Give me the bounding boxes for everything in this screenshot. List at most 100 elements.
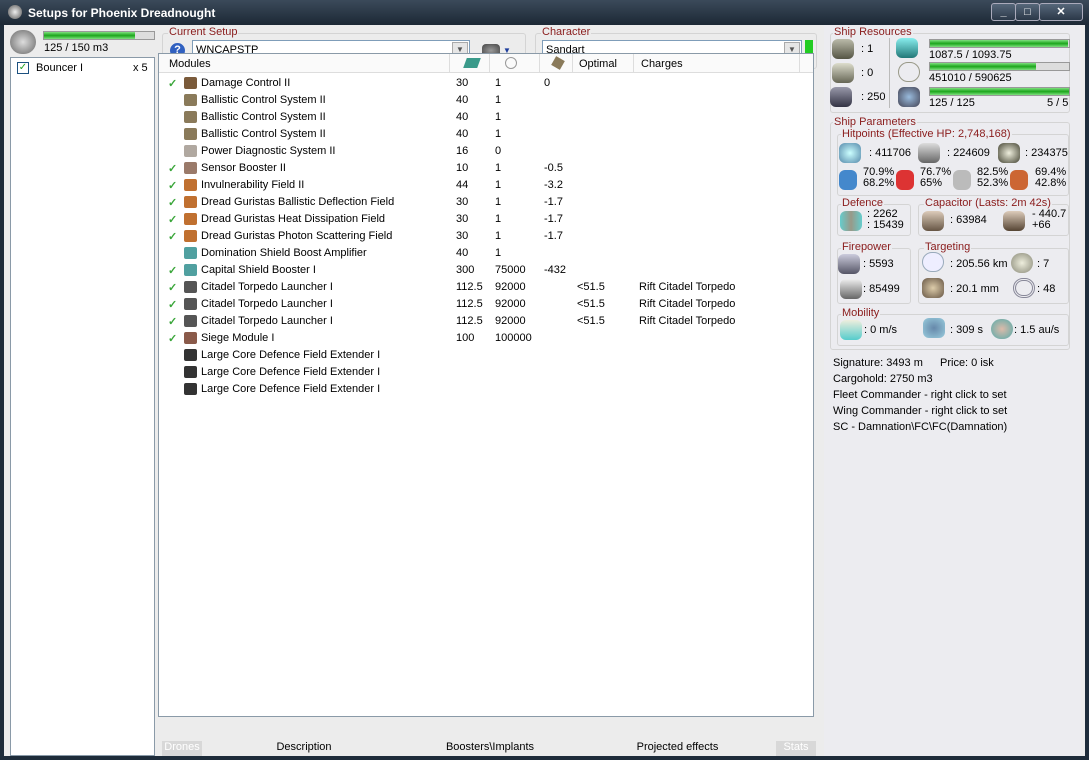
module-cpu: 300 [456, 264, 475, 276]
module-row[interactable]: Power Diagnostic System II 16 0 [159, 143, 799, 160]
module-row[interactable]: ✓ Citadel Torpedo Launcher I 112.5 92000 <51… [159, 313, 799, 330]
tab-description[interactable]: Description [240, 741, 368, 756]
module-activation: -0.5 [544, 162, 563, 174]
module-name: Large Core Defence Field Extender I [201, 349, 381, 361]
online-check-icon: ✓ [168, 197, 178, 209]
calibration-icon [898, 87, 920, 107]
module-name: Citadel Torpedo Launcher I [201, 298, 333, 310]
module-cpu: 40 [456, 94, 469, 106]
calibration-bar [929, 87, 1070, 96]
module-name: Capital Shield Booster I [201, 264, 316, 276]
volley-icon [840, 279, 862, 299]
module-row[interactable]: ✓ Invulnerability Field II 44 1 -3.2 [159, 177, 799, 194]
activation-cost-icon[interactable] [551, 56, 565, 70]
module-row[interactable]: Ballistic Control System II 40 1 [159, 92, 799, 109]
module-row[interactable]: Ballistic Control System II 40 1 [159, 126, 799, 143]
hitpoints-label: Hitpoints (Effective HP: 2,748,168) [841, 128, 1012, 140]
launcher-slots: : 0 [861, 67, 874, 79]
drone-item[interactable]: ✓ Bouncer I x 5 [11, 60, 154, 76]
module-row[interactable]: ✓ Siege Module I 100 100000 [159, 330, 799, 347]
module-row[interactable]: Domination Shield Boost Amplifier 40 1 [159, 245, 799, 262]
module-icon [184, 179, 197, 191]
align-time: : 309 s [950, 324, 984, 336]
module-name: Invulnerability Field II [201, 179, 305, 191]
module-row[interactable]: Large Core Defence Field Extender I [159, 347, 799, 364]
em-resist-icon [839, 170, 857, 190]
signature-radius-icon [922, 278, 944, 298]
squad-commander[interactable]: SC - Damnation\FC\FC(Damnation) [833, 421, 1007, 433]
powergrid-bar [929, 62, 1070, 71]
module-name: Large Core Defence Field Extender I [201, 383, 381, 395]
explosive-resist-icon [1010, 170, 1028, 190]
col-charges[interactable]: Charges [641, 58, 683, 70]
module-powergrid: 1 [495, 230, 502, 242]
speed-icon [840, 320, 862, 340]
kinetic-resist-icon [953, 170, 971, 190]
firepower-label: Firepower [841, 241, 892, 253]
online-check-icon: ✓ [168, 265, 178, 277]
capacitor-recharge-icon [1003, 211, 1025, 231]
module-row[interactable]: Large Core Defence Field Extender I [159, 364, 799, 381]
thermal-armor-resist: 65% [920, 177, 943, 189]
module-optimal: <51.5 [577, 281, 605, 293]
defence-values: : 2262: 15439 [867, 209, 904, 231]
minimize-button[interactable]: _ [991, 3, 1016, 21]
online-check-icon: ✓ [168, 180, 178, 192]
module-powergrid: 1 [495, 94, 502, 106]
tab-stats[interactable]: Stats [776, 741, 816, 756]
module-cpu: 112.5 [456, 281, 483, 293]
turret-slots: : 1 [861, 43, 874, 55]
module-name: Domination Shield Boost Amplifier [201, 247, 367, 259]
modules-header: Modules Optimal Charges [159, 54, 813, 73]
module-row[interactable]: Ballistic Control System II 40 1 [159, 109, 799, 126]
wing-commander[interactable]: Wing Commander - right click to set [833, 405, 1007, 417]
rig-slots: 5 / 5 [1047, 97, 1069, 109]
cpu-icon[interactable] [463, 58, 481, 68]
online-check-icon: ✓ [168, 316, 178, 328]
module-icon [184, 162, 197, 174]
module-row[interactable]: Large Core Defence Field Extender I [159, 381, 799, 398]
targeting-range-icon [922, 252, 944, 272]
module-powergrid: 0 [495, 145, 502, 157]
tab-boosters-implants[interactable]: Boosters\Implants [420, 741, 560, 756]
cargohold-info: Cargohold: 2750 m3 [833, 373, 933, 385]
maximize-button[interactable]: □ [1015, 3, 1040, 21]
module-activation: 0 [544, 77, 551, 89]
col-optimal[interactable]: Optimal [579, 58, 617, 70]
col-modules[interactable]: Modules [169, 58, 211, 70]
module-row[interactable]: ✓ Damage Control II 30 1 0 [159, 75, 799, 92]
module-icon [184, 230, 197, 242]
module-name: Damage Control II [201, 77, 291, 89]
fleet-commander[interactable]: Fleet Commander - right click to set [833, 389, 1007, 401]
module-icon [184, 247, 197, 259]
module-icon [184, 366, 197, 378]
close-button[interactable]: ✕ [1039, 3, 1083, 21]
module-name: Power Diagnostic System II [201, 145, 336, 157]
powergrid-icon[interactable] [505, 57, 517, 69]
capacitor-amount: : 63984 [950, 214, 987, 226]
module-row[interactable]: ✓ Citadel Torpedo Launcher I 112.5 92000 <51… [159, 279, 799, 296]
module-row[interactable]: ✓ Capital Shield Booster I 300 75000 -432 [159, 262, 799, 279]
module-cpu: 10 [456, 162, 469, 174]
tab-drones[interactable]: Drones [162, 741, 202, 756]
module-row[interactable]: ✓ Dread Guristas Photon Scattering Field 3… [159, 228, 799, 245]
module-row[interactable]: ✓ Dread Guristas Ballistic Deflection Fie… [159, 194, 799, 211]
calibration-value: 125 / 125 [929, 97, 975, 109]
online-check-icon: ✓ [168, 231, 178, 243]
defence-value-2: : 15439 [867, 219, 904, 231]
module-powergrid: 1 [495, 213, 502, 225]
module-row[interactable]: ✓ Sensor Booster II 10 1 -0.5 [159, 160, 799, 177]
module-row[interactable]: ✓ Citadel Torpedo Launcher I 112.5 92000 <51… [159, 296, 799, 313]
module-icon [184, 298, 197, 310]
scan-resolution-icon [1013, 278, 1035, 298]
module-icon [184, 77, 197, 89]
character-label: Character [541, 26, 592, 38]
online-check-icon: ✓ [168, 299, 178, 311]
drone-checkbox[interactable]: ✓ [17, 62, 29, 74]
kinetic-resist: 82.5% 52.3% [977, 167, 1008, 189]
module-icon [184, 264, 197, 276]
tab-projected-effects[interactable]: Projected effects [610, 741, 745, 756]
module-cpu: 112.5 [456, 315, 483, 327]
module-row[interactable]: ✓ Dread Guristas Heat Dissipation Field 30… [159, 211, 799, 228]
align-time-icon [923, 318, 945, 338]
